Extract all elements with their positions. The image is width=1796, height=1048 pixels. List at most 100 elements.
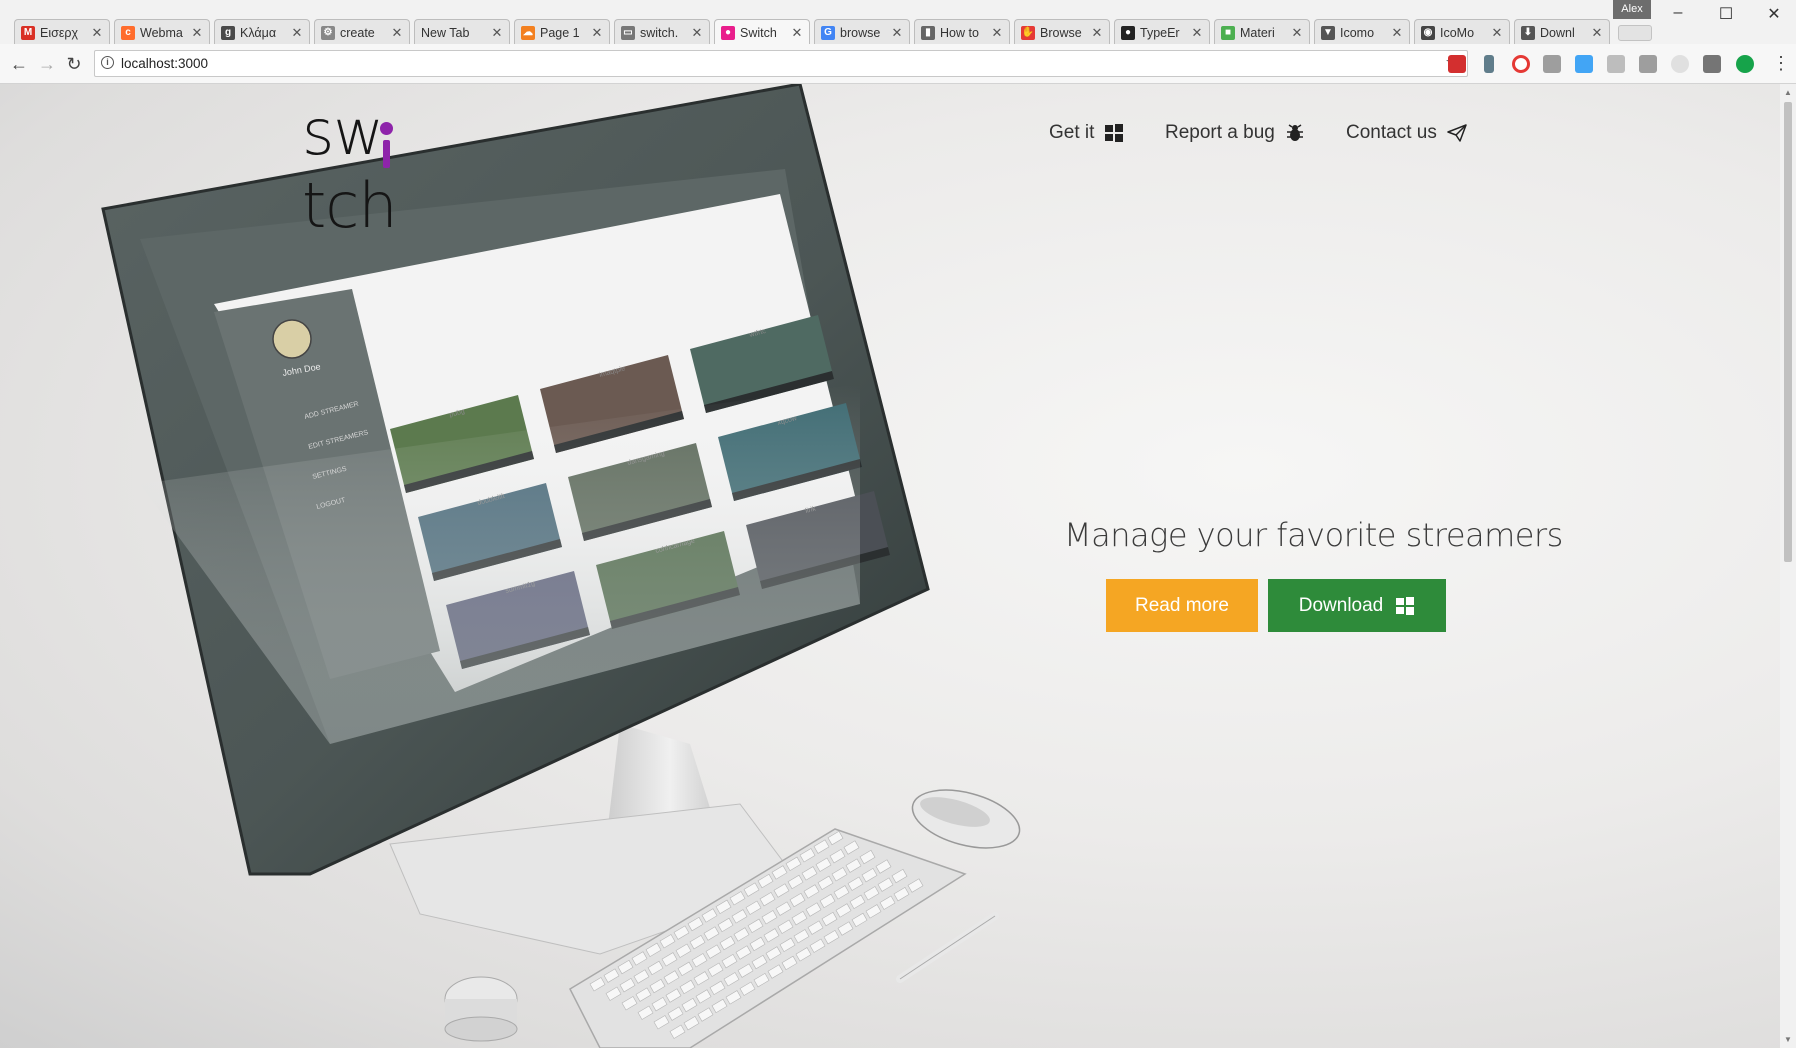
close-tab-icon[interactable]: ✕ — [1091, 25, 1103, 41]
github-icon: ● — [1121, 25, 1135, 40]
profile-badge[interactable]: Alex — [1613, 0, 1651, 19]
logo-stem-icon — [383, 140, 390, 168]
close-tab-icon[interactable]: ✕ — [1491, 25, 1503, 41]
tab-title: Switch — [740, 25, 777, 40]
gmail-icon: M — [21, 25, 35, 40]
stylus-pen-edge — [899, 915, 996, 980]
screen-avatar — [272, 319, 312, 359]
extension-calendar-icon[interactable] — [1448, 55, 1466, 73]
close-tab-icon[interactable]: ✕ — [891, 25, 903, 41]
close-tab-icon[interactable]: ✕ — [1591, 25, 1603, 41]
logo-rendered: swtch — [302, 96, 398, 242]
g-icon: g — [221, 25, 235, 40]
extension-ruler-icon[interactable] — [1543, 55, 1561, 73]
close-tab-icon[interactable]: ✕ — [391, 25, 403, 41]
scroll-down-icon[interactable]: ▼ — [1784, 1035, 1792, 1044]
address-bar[interactable]: i localhost:3000 ☆ — [94, 50, 1468, 77]
nav-get-it[interactable]: Get it — [1049, 122, 1124, 144]
material-icon: ■ — [1221, 25, 1235, 40]
close-tab-icon[interactable]: ✕ — [1191, 25, 1203, 41]
bug-icon — [1286, 124, 1303, 141]
tab-title: browse — [840, 25, 881, 40]
extension-download-icon[interactable] — [1484, 55, 1494, 73]
scroll-up-icon[interactable]: ▲ — [1784, 88, 1792, 97]
browser-tab[interactable]: ✋ Browse ✕ — [1014, 19, 1110, 45]
browser-tab[interactable]: ● TypeEr ✕ — [1114, 19, 1210, 45]
read-more-button[interactable]: Read more — [1106, 579, 1258, 632]
close-tab-icon[interactable]: ✕ — [591, 25, 603, 41]
close-tab-icon[interactable]: ✕ — [991, 25, 1003, 41]
browser-tab[interactable]: New Tab ✕ — [414, 19, 510, 45]
cloud-icon: ☁ — [521, 25, 535, 40]
switch-icon: ● — [721, 25, 735, 40]
tab-title: Downl — [1540, 25, 1575, 40]
url-text[interactable]: localhost:3000 — [121, 56, 208, 71]
page-scrollbar[interactable]: ▲ ▼ — [1780, 84, 1796, 1048]
close-tab-icon[interactable]: ✕ — [291, 25, 303, 41]
reload-icon[interactable]: ↻ — [63, 53, 85, 75]
tab-title: switch. — [640, 25, 679, 40]
paper-plane-icon — [1447, 124, 1467, 142]
tab-title: Page 1 — [540, 25, 580, 40]
funnel-icon: ▼ — [1321, 25, 1335, 40]
browser-tab[interactable]: ■ Materi ✕ — [1214, 19, 1310, 45]
windows-icon — [1105, 124, 1124, 142]
close-tab-icon[interactable]: ✕ — [691, 25, 703, 41]
icomoon-icon: ◉ — [1421, 25, 1435, 40]
browser-tab[interactable]: ⬇ Downl ✕ — [1514, 19, 1610, 45]
extension-grid-icon[interactable] — [1639, 55, 1657, 73]
hand-icon: ✋ — [1021, 25, 1035, 40]
browser-tab[interactable]: ▭ switch. ✕ — [614, 19, 710, 45]
extension-circle-icon[interactable] — [1671, 55, 1689, 73]
nav-contact-us[interactable]: Contact us — [1346, 122, 1467, 144]
tab-title: Icomo — [1340, 25, 1375, 40]
tab-list: M Εισερχ ✕ c Webma ✕ g Κλάμα ✕ ⚙ create ✕ New Tab ✕ ☁ P… — [14, 19, 1652, 45]
trash-icon: ▮ — [921, 25, 935, 40]
browser-tab[interactable]: g Κλάμα ✕ — [214, 19, 310, 45]
extension-window-icon[interactable] — [1575, 55, 1593, 73]
tab-title: Webma — [140, 25, 183, 40]
browser-tab[interactable]: Gbrowse ✕ — [814, 19, 910, 45]
close-tab-icon[interactable]: ✕ — [91, 25, 103, 41]
extension-a-icon[interactable] — [1607, 55, 1625, 73]
download-icon: ⬇ — [1521, 25, 1535, 40]
gear-icon: ⚙ — [321, 25, 335, 40]
close-tab-icon[interactable]: ✕ — [491, 25, 503, 41]
browser-tab[interactable]: ● Switch ✕ — [714, 19, 810, 45]
close-window-icon[interactable]: ✕ — [1754, 4, 1794, 24]
browser-tab[interactable]: c Webma ✕ — [114, 19, 210, 45]
google-icon: G — [821, 25, 835, 40]
browser-tab[interactable]: ⚙ create ✕ — [314, 19, 410, 45]
download-button[interactable]: Download — [1268, 579, 1446, 632]
extension-opera-icon[interactable] — [1512, 55, 1530, 73]
minimize-icon[interactable]: – — [1658, 4, 1698, 22]
info-icon[interactable]: i — [101, 56, 114, 69]
browser-tab[interactable]: M Εισερχ ✕ — [14, 19, 110, 45]
tab-title: TypeEr — [1140, 25, 1180, 40]
maximize-icon[interactable]: ☐ — [1706, 4, 1746, 24]
close-tab-icon[interactable]: ✕ — [1291, 25, 1303, 41]
browser-menu-icon[interactable]: ⋮ — [1772, 53, 1790, 74]
close-tab-icon[interactable]: ✕ — [791, 25, 803, 41]
logo-dot-icon — [380, 122, 393, 135]
browser-tab[interactable]: ▮ How to ✕ — [914, 19, 1010, 45]
close-tab-icon[interactable]: ✕ — [1391, 25, 1403, 41]
close-tab-icon[interactable]: ✕ — [191, 25, 203, 41]
tab-title: New Tab — [421, 25, 470, 40]
browser-tab[interactable]: ◉ IcoMo ✕ — [1414, 19, 1510, 45]
tab-title: Κλάμα — [240, 25, 277, 40]
browser-tab[interactable]: ▼ Icomo ✕ — [1314, 19, 1410, 45]
document-icon: ▭ — [621, 25, 635, 40]
extension-camera-icon[interactable] — [1703, 55, 1721, 73]
tab-title: IcoMo — [1440, 25, 1475, 40]
forward-icon[interactable]: → — [36, 53, 58, 75]
browser-tab[interactable]: ☁ Page 1 ✕ — [514, 19, 610, 45]
back-icon[interactable]: ← — [8, 53, 30, 75]
extension-grammarly-icon[interactable] — [1736, 55, 1754, 73]
nav-report-bug[interactable]: Report a bug — [1165, 122, 1305, 144]
site-logo[interactable]: switch swtch — [302, 96, 494, 242]
new-tab-button[interactable] — [1618, 25, 1652, 41]
browser-tab-strip: M Εισερχ ✕ c Webma ✕ g Κλάμα ✕ ⚙ create ✕ New Tab ✕ ☁ P… — [0, 0, 1796, 45]
scrollbar-thumb[interactable] — [1784, 102, 1792, 562]
hero-headline: Manage your favorite streamers — [1064, 516, 1563, 554]
